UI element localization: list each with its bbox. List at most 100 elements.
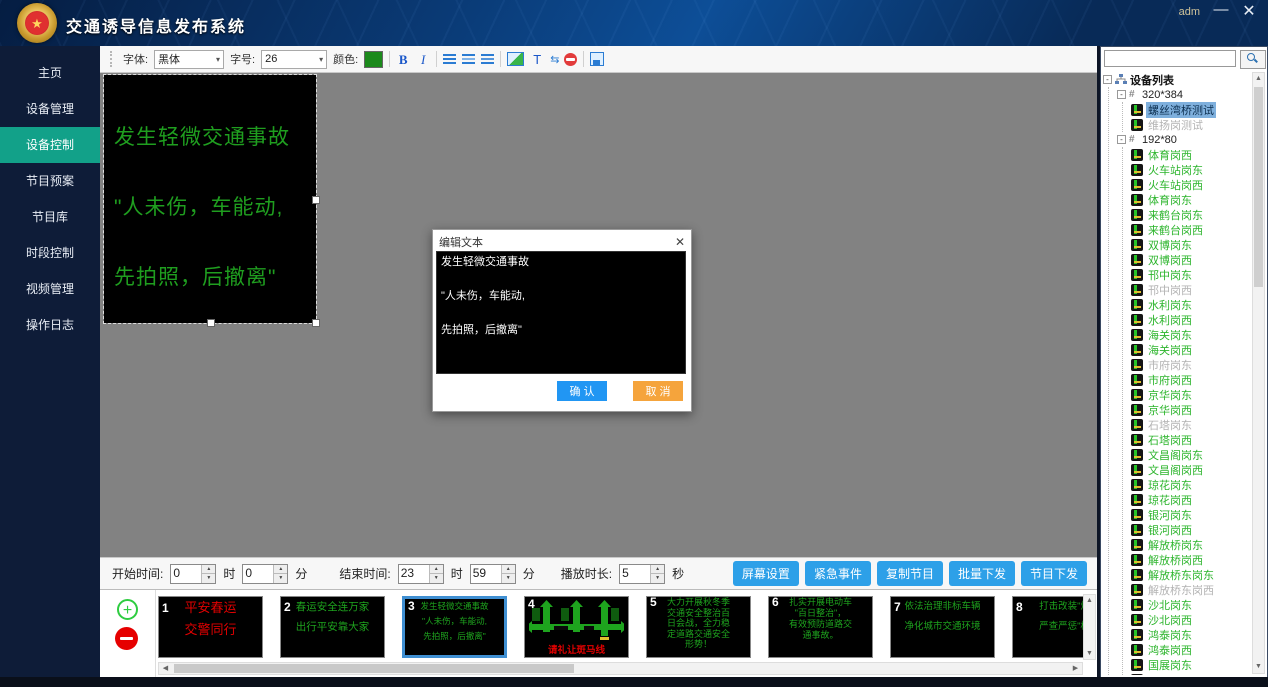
color-swatch[interactable] [364,51,383,68]
sidebar-item[interactable]: 设备控制 [0,127,100,163]
playlist-item[interactable]: 7 依法治理非标车辆 净化城市交通环境 [890,596,995,658]
device-tree-item[interactable]: 邗中岗西 [1131,282,1253,297]
sidebar-item[interactable]: 操作日志 [0,307,100,343]
device-tree-item[interactable]: 双博岗东 [1131,237,1253,252]
device-tree-item[interactable]: 海关岗东 [1131,327,1253,342]
device-tree-item[interactable]: 京华岗西 [1131,402,1253,417]
action-button[interactable]: 屏幕设置 [733,561,799,586]
collapse-icon[interactable]: - [1103,75,1112,84]
scroll-down-icon[interactable]: ▼ [1253,661,1264,673]
end-minute-stepper[interactable]: 59 ▲▼ [470,564,516,584]
device-tree-item[interactable]: 来鹤台岗东 [1131,207,1253,222]
device-tree-item[interactable]: 体育岗东 [1131,192,1253,207]
device-tree-item[interactable]: 螺丝湾桥测试 [1131,102,1253,117]
minimize-button[interactable]: — [1210,1,1232,18]
device-tree-scrollbar[interactable]: ▲ ▼ [1252,72,1265,674]
spin-down-icon[interactable]: ▼ [651,573,664,583]
insert-text-icon[interactable]: T [530,53,544,66]
device-tree-item[interactable]: 鸿泰岗西 [1131,642,1253,657]
action-button[interactable]: 批量下发 [949,561,1015,586]
scroll-right-icon[interactable]: ▶ [1069,663,1082,674]
spin-down-icon[interactable]: ▼ [202,573,215,583]
sidebar-item[interactable]: 节目预案 [0,163,100,199]
sidebar-item[interactable]: 设备管理 [0,91,100,127]
device-tree-item[interactable]: 琼花岗东 [1131,477,1253,492]
start-minute-stepper[interactable]: 0 ▲▼ [242,564,288,584]
cancel-button[interactable]: 取 消 [633,381,683,401]
device-tree-item[interactable]: 石塔岗东 [1131,417,1253,432]
device-tree-item[interactable]: 银河岗西 [1131,522,1253,537]
device-tree-item[interactable]: 体育岗西 [1131,147,1253,162]
device-tree-item[interactable]: 银河岗东 [1131,507,1253,522]
device-tree-item[interactable]: 来鹤台岗西 [1131,222,1253,237]
resize-handle-right[interactable] [312,196,320,204]
device-tree-item[interactable]: 火车站岗西 [1131,177,1253,192]
stop-icon[interactable] [564,53,577,66]
align-right-icon[interactable] [481,54,494,65]
align-center-icon[interactable] [462,54,475,65]
device-tree-item[interactable]: 解放桥岗西 [1131,552,1253,567]
tree-group[interactable]: - # 192*80 [1117,132,1253,147]
spin-up-icon[interactable]: ▲ [502,565,515,574]
playlist-item[interactable]: 2 春运安全连万家 出行平安靠大家 [280,596,385,658]
playlist-item[interactable]: 6 扎实开展电动车 "百日整治"， 有效预防道路交 通事故。 [768,596,873,658]
tree-root[interactable]: - 设备列表 [1103,72,1253,87]
search-button[interactable] [1240,50,1266,69]
align-left-icon[interactable] [443,54,456,65]
end-hour-stepper[interactable]: 23 ▲▼ [398,564,444,584]
playlist-item[interactable]: 5 大力开展秋冬季 交通安全整治百 日会战，全力稳 定道路交通安全 形势！ [646,596,751,658]
marquee-icon[interactable]: ⇆ [550,53,558,66]
device-tree-item[interactable]: 沙北岗东 [1131,597,1253,612]
device-tree-item[interactable]: 国展岗西 [1131,672,1253,675]
device-tree-item[interactable]: 国展岗东 [1131,657,1253,672]
playlist-item[interactable]: 3 发生轻微交通事故 "人未伤，车能动, 先拍照，后撤离" [402,596,507,658]
remove-program-button[interactable] [115,627,138,650]
device-tree-item[interactable]: 文昌阁岗东 [1131,447,1253,462]
device-tree-item[interactable]: 维扬岗测试 [1131,117,1253,132]
italic-button[interactable]: I [416,53,430,66]
device-tree-item[interactable]: 京华岗东 [1131,387,1253,402]
font-select[interactable]: 黑体 ▾ [154,50,224,69]
playlist-horizontal-scrollbar[interactable]: ◀ ▶ [158,662,1083,675]
collapse-icon[interactable]: - [1117,90,1126,99]
device-tree-item[interactable]: 火车站岗东 [1131,162,1253,177]
device-tree-item[interactable]: 解放桥东岗东 [1131,567,1253,582]
collapse-icon[interactable]: - [1117,135,1126,144]
bold-button[interactable]: B [396,53,410,66]
playlist-item[interactable]: 1 平安春运 交警同行 [158,596,263,658]
scrollbar-thumb[interactable] [1254,87,1263,287]
device-tree-item[interactable]: 邗中岗东 [1131,267,1253,282]
resize-handle-corner[interactable] [312,319,320,327]
dialog-close-icon[interactable]: ✕ [675,236,685,248]
sidebar-item[interactable]: 视频管理 [0,271,100,307]
action-button[interactable]: 紧急事件 [805,561,871,586]
duration-stepper[interactable]: 5 ▲▼ [619,564,665,584]
scrollbar-thumb[interactable] [174,664,574,673]
device-tree-item[interactable]: 解放桥东岗西 [1131,582,1253,597]
save-icon[interactable] [590,52,604,66]
spin-down-icon[interactable]: ▼ [502,573,515,583]
device-tree-item[interactable]: 文昌阁岗西 [1131,462,1253,477]
sidebar-item[interactable]: 时段控制 [0,235,100,271]
start-hour-stepper[interactable]: 0 ▲▼ [170,564,216,584]
tree-group[interactable]: - # 320*384 [1117,87,1253,102]
device-tree-item[interactable]: 石塔岗西 [1131,432,1253,447]
spin-up-icon[interactable]: ▲ [274,565,287,574]
device-tree-item[interactable]: 鸿泰岗东 [1131,627,1253,642]
spin-up-icon[interactable]: ▲ [430,565,443,574]
confirm-button[interactable]: 确 认 [557,381,607,401]
action-button[interactable]: 节目下发 [1021,561,1087,586]
resize-handle-bottom[interactable] [207,319,215,327]
scroll-up-icon[interactable]: ▲ [1253,73,1264,85]
scroll-up-icon[interactable]: ▲ [1084,595,1095,606]
user-menu[interactable]: adm [1179,6,1200,18]
spin-down-icon[interactable]: ▼ [274,573,287,583]
device-tree-item[interactable]: 沙北岗西 [1131,612,1253,627]
text-editor-area[interactable]: 发生轻微交通事故 "人未伤，车能动, 先拍照，后撤离" [436,251,686,374]
device-tree-item[interactable]: 双博岗西 [1131,252,1253,267]
sidebar-item[interactable]: 主页 [0,55,100,91]
insert-image-icon[interactable] [507,52,524,66]
device-tree-item[interactable]: 市府岗东 [1131,357,1253,372]
scroll-down-icon[interactable]: ▼ [1084,648,1095,659]
led-screen-preview[interactable]: 发生轻微交通事故 "人未伤，车能动, 先拍照，后撤离" [104,75,316,323]
